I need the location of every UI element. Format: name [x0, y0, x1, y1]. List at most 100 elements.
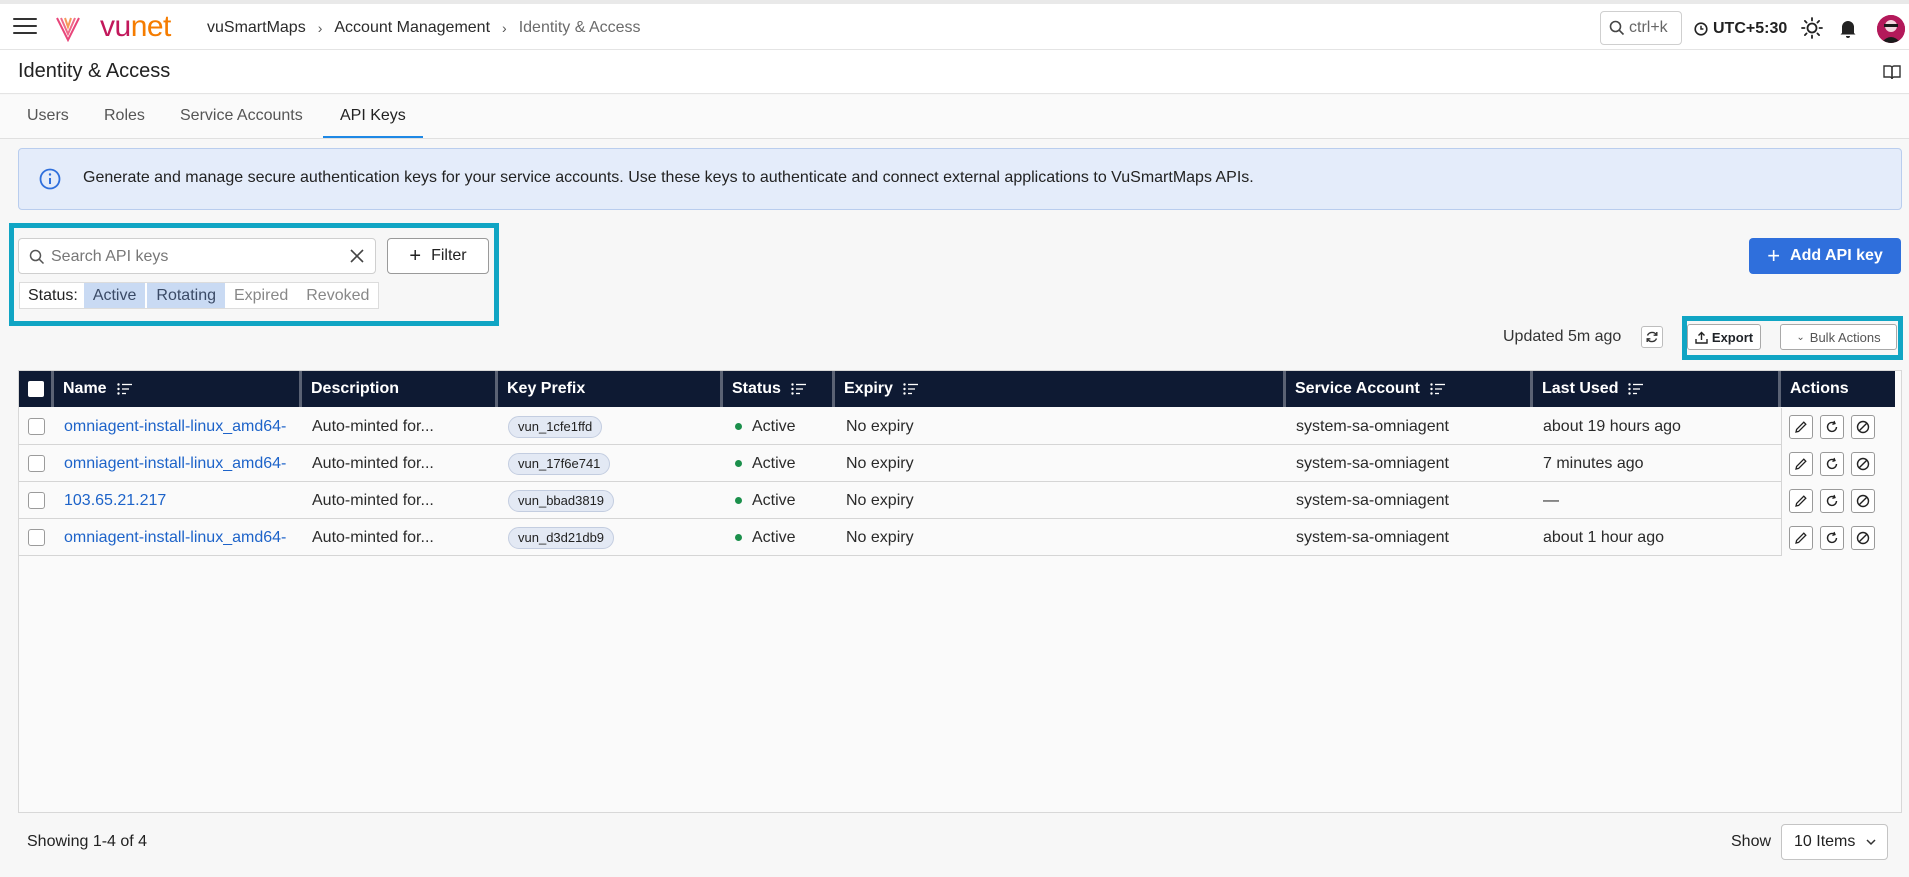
rotate-button[interactable]	[1820, 525, 1844, 550]
refresh-button[interactable]	[1641, 326, 1663, 348]
row-checkbox[interactable]	[28, 418, 45, 435]
status-chip-revoked[interactable]: Revoked	[297, 283, 378, 308]
edit-button[interactable]	[1789, 488, 1813, 513]
table-row: omniagent-install-linux_amd64- Auto-minte…	[19, 445, 1895, 482]
status-text: Active	[752, 528, 796, 546]
clear-search-icon[interactable]	[349, 248, 365, 264]
api-key-name-link[interactable]: 103.65.21.217	[64, 482, 300, 519]
edit-button[interactable]	[1789, 414, 1813, 439]
sort-icon[interactable]	[791, 383, 807, 395]
column-header-last-used[interactable]: Last Used	[1533, 371, 1781, 407]
column-header-status[interactable]: Status	[723, 371, 835, 407]
tab-api-keys[interactable]: API Keys	[340, 107, 406, 125]
column-header-service-account[interactable]: Service Account	[1286, 371, 1533, 407]
sort-icon[interactable]	[116, 383, 133, 395]
bulk-actions-button[interactable]: ⌄ Bulk Actions	[1780, 324, 1897, 350]
expiry-cell: No expiry	[846, 417, 914, 435]
api-key-description: Auto-minted for...	[312, 491, 434, 509]
revoke-button[interactable]	[1851, 451, 1875, 476]
revoke-button[interactable]	[1851, 525, 1875, 550]
column-header-expiry[interactable]: Expiry	[835, 371, 1286, 407]
table-row: omniagent-install-linux_amd64- Auto-minte…	[19, 408, 1895, 445]
table-header: Name Description Key Prefix Status Expir…	[19, 371, 1895, 407]
breadcrumb-separator: ›	[502, 20, 507, 36]
rotate-icon	[1826, 531, 1838, 543]
search-input[interactable]: Search API keys	[18, 238, 376, 274]
export-button[interactable]: Export	[1687, 324, 1761, 350]
rotate-icon	[1826, 420, 1838, 432]
active-tab-indicator	[323, 136, 423, 138]
status-chip-expired[interactable]: Expired	[225, 283, 297, 308]
edit-button[interactable]	[1789, 525, 1813, 550]
search-placeholder: Search API keys	[51, 248, 169, 265]
sort-icon[interactable]	[1430, 383, 1446, 395]
chevron-down-icon: ⌄	[1796, 331, 1805, 343]
filter-button[interactable]: + Filter	[387, 238, 489, 274]
tab-users[interactable]: Users	[27, 107, 69, 125]
row-select-cell	[28, 445, 52, 482]
row-actions	[1781, 482, 1895, 519]
page-size-select[interactable]: 10 Items	[1781, 824, 1888, 860]
key-prefix-chip: vun_17f6e741	[508, 452, 611, 475]
api-key-name-link[interactable]: omniagent-install-linux_amd64-	[64, 519, 300, 556]
info-banner: Generate and manage secure authenticatio…	[18, 148, 1902, 210]
row-checkbox[interactable]	[28, 529, 45, 546]
column-header-key-prefix: Key Prefix	[498, 371, 723, 407]
status-cell: Active	[735, 408, 835, 445]
sort-icon[interactable]	[1628, 383, 1644, 395]
status-dot	[735, 497, 742, 504]
menu-icon[interactable]	[13, 18, 37, 36]
theme-toggle-icon[interactable]	[1801, 17, 1823, 39]
revoke-icon	[1856, 531, 1870, 544]
last-used-cell: —	[1543, 491, 1559, 509]
service-account-cell: system-sa-omniagent	[1296, 454, 1449, 472]
status-cell: Active	[735, 519, 835, 556]
api-key-name-link[interactable]: omniagent-install-linux_amd64-	[64, 408, 300, 445]
row-select-cell	[28, 482, 52, 519]
column-actions-label: Actions	[1790, 380, 1849, 397]
api-key-description: Auto-minted for...	[312, 417, 434, 435]
breadcrumb-item-account-management[interactable]: Account Management	[334, 19, 490, 37]
tab-roles[interactable]: Roles	[104, 107, 145, 125]
status-filter: Status: Active Rotating Expired Revoked	[19, 282, 380, 309]
logo-text[interactable]: vunet	[100, 12, 171, 42]
status-chip-rotating[interactable]: Rotating	[147, 283, 225, 308]
row-select-cell	[28, 408, 52, 445]
column-header-name[interactable]: Name	[54, 371, 302, 407]
add-api-key-button[interactable]: + Add API key	[1749, 238, 1901, 274]
tab-service-accounts[interactable]: Service Accounts	[180, 107, 303, 125]
breadcrumb-separator: ›	[317, 20, 323, 36]
search-icon	[1609, 20, 1625, 36]
row-checkbox[interactable]	[28, 492, 45, 509]
rotate-icon	[1826, 457, 1838, 469]
revoke-button[interactable]	[1851, 414, 1875, 439]
status-chip-active[interactable]: Active	[83, 283, 146, 308]
revoke-icon	[1856, 494, 1870, 507]
edit-button[interactable]	[1789, 451, 1813, 476]
table-row: omniagent-install-linux_amd64- Auto-minte…	[19, 519, 1895, 556]
column-description-label: Description	[311, 380, 400, 397]
service-account-cell: system-sa-omniagent	[1296, 491, 1449, 509]
rotate-button[interactable]	[1820, 488, 1844, 513]
api-key-name-link[interactable]: omniagent-install-linux_amd64-	[64, 445, 300, 482]
api-key-description: Auto-minted for...	[312, 528, 434, 546]
status-text: Active	[752, 491, 796, 509]
tab-bar: Users Roles Service Accounts API Keys	[0, 95, 1909, 139]
key-prefix-cell: vun_17f6e741	[508, 445, 708, 482]
breadcrumb-item-vusmartmaps[interactable]: vuSmartMaps	[207, 19, 306, 37]
sort-icon[interactable]	[903, 383, 919, 395]
timezone-selector[interactable]: UTC+5:30	[1694, 20, 1787, 38]
plus-icon: +	[1767, 243, 1781, 268]
plus-icon: +	[409, 245, 422, 267]
rotate-button[interactable]	[1820, 414, 1844, 439]
rotate-button[interactable]	[1820, 451, 1844, 476]
avatar[interactable]	[1877, 15, 1905, 43]
status-cell: Active	[735, 482, 835, 519]
last-updated-text: Updated 5m ago	[1503, 328, 1622, 345]
book-icon[interactable]	[1883, 64, 1901, 80]
bell-icon[interactable]	[1837, 17, 1859, 39]
global-search-button[interactable]: ctrl+k	[1600, 11, 1682, 45]
row-checkbox[interactable]	[28, 455, 45, 472]
select-all-checkbox[interactable]	[28, 381, 44, 397]
revoke-button[interactable]	[1851, 488, 1875, 513]
